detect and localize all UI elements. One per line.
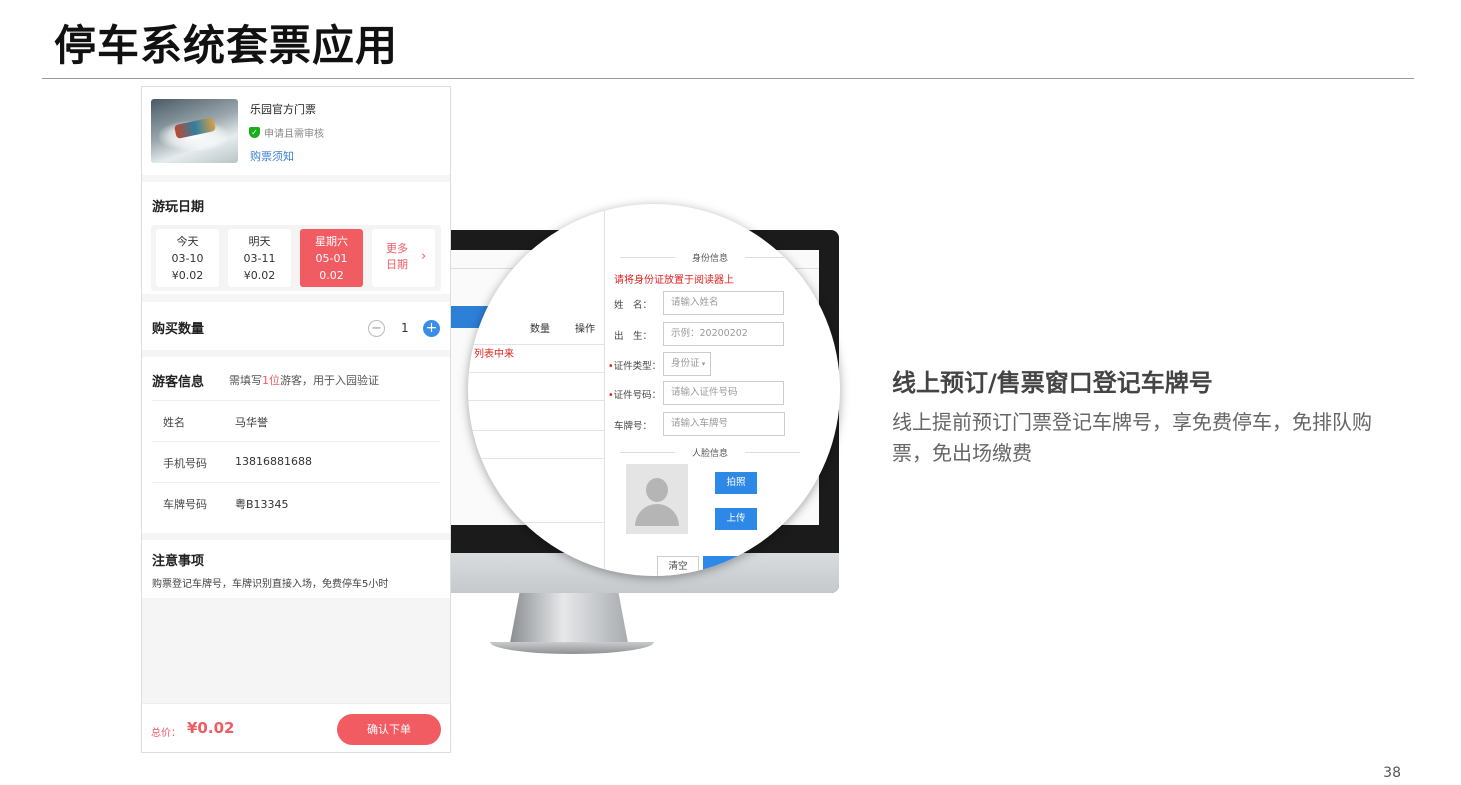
product-thumbnail xyxy=(151,99,238,163)
date-day: 星期六 xyxy=(315,235,348,248)
notes-text: 购票登记车牌号，车牌识别直接入场，免费停车5小时 xyxy=(152,579,389,590)
plate-label: 车牌号： xyxy=(614,421,653,432)
submit-button[interactable] xyxy=(703,556,745,576)
date-date: 05-01 xyxy=(315,252,348,265)
date-option-saturday[interactable]: 星期六 05-01 0.02 xyxy=(300,229,363,287)
id-type-label: •证件类型： xyxy=(608,361,662,372)
feature-description: 线上提前预订门票登记车牌号，享免费停车，免排队购票，免出场缴费 xyxy=(892,410,1372,465)
decrease-quantity-button[interactable]: − xyxy=(368,320,385,337)
confirm-order-button[interactable]: 确认下单 xyxy=(337,714,441,745)
visitor-hint-before: 需填写 xyxy=(229,374,262,387)
monitor-stand xyxy=(510,593,628,643)
field-label: 姓名 xyxy=(163,416,185,429)
total-price: ¥0.02 xyxy=(187,719,235,737)
take-photo-button[interactable]: 拍照 xyxy=(715,472,757,494)
more-dates-line2: 日期 xyxy=(386,258,408,271)
id-number-label: •证件号码： xyxy=(608,390,662,401)
visitor-hint: 需填写1位游客，用于入园验证 xyxy=(229,372,379,388)
ticket-notice-link[interactable]: 购票须知 xyxy=(250,148,294,164)
quantity-section: 购买数量 − 1 + xyxy=(142,302,450,350)
clear-button[interactable]: 清空 xyxy=(657,556,699,576)
date-date: 03-11 xyxy=(243,252,276,265)
visitor-plate-row[interactable]: 车牌号码 粤B13345 xyxy=(152,482,440,523)
order-footer: 总价： ¥0.02 确认下单 xyxy=(142,703,450,752)
visitor-hint-count: 1位 xyxy=(262,374,280,387)
mobile-ticket-page: 乐园官方门票 ✓ 申请且需审核 购票须知 游玩日期 今天 03-10 ¥0.02… xyxy=(141,86,451,753)
visitor-plate-value[interactable]: 粤B13345 xyxy=(235,496,289,512)
visitor-phone-value[interactable]: 13816881688 xyxy=(235,455,312,468)
date-day: 明天 xyxy=(248,235,271,248)
column-actions: 操作 xyxy=(575,324,595,335)
upload-button[interactable]: 上传 xyxy=(715,508,757,530)
date-option-tomorrow[interactable]: 明天 03-11 ¥0.02 xyxy=(228,229,291,287)
visitor-hint-after: 游客，用于入园验证 xyxy=(280,374,379,387)
visitor-phone-row[interactable]: 手机号码 13816881688 xyxy=(152,441,440,482)
id-number-input[interactable]: 请输入证件号码 xyxy=(663,381,784,405)
face-info-group-title: 人脸信息 xyxy=(620,446,800,459)
id-type-value: 身份证 xyxy=(671,358,700,369)
date-price: ¥0.02 xyxy=(171,269,204,282)
plate-input[interactable]: 请输入车牌号 xyxy=(663,412,785,436)
shield-check-icon: ✓ xyxy=(249,127,260,138)
notes-section: 注意事项 购票登记车牌号，车牌识别直接入场，免费停车5小时 xyxy=(142,540,450,598)
more-dates-line1: 更多 xyxy=(386,242,408,255)
date-price: ¥0.02 xyxy=(243,269,276,282)
id-reader-hint: 请将身份证放置于阅读器上 xyxy=(614,275,734,286)
field-label: 车牌号码 xyxy=(163,498,207,511)
date-option-today[interactable]: 今天 03-10 ¥0.02 xyxy=(156,229,219,287)
birth-label: 出 生： xyxy=(614,331,653,342)
id-info-group-title: 身份信息 xyxy=(620,251,800,264)
magnified-ticket-window-form: 数量 操作 列表中来 身份信息 请将身份证放置于阅读器上 姓 名： 请输入姓名 … xyxy=(468,204,840,576)
approval-text: 申请且需审核 xyxy=(264,129,324,140)
user-avatar-icon xyxy=(626,464,688,534)
increase-quantity-button[interactable]: + xyxy=(423,320,440,337)
date-day: 今天 xyxy=(176,235,199,248)
notes-heading: 注意事项 xyxy=(152,554,205,569)
product-name: 乐园官方门票 xyxy=(250,103,316,116)
list-loading-text: 列表中来 xyxy=(474,349,514,360)
name-input[interactable]: 请输入姓名 xyxy=(663,291,784,315)
date-date: 03-10 xyxy=(171,252,204,265)
name-label: 姓 名： xyxy=(614,300,653,311)
quantity-value: 1 xyxy=(401,321,409,335)
visitor-name-value[interactable]: 马华誉 xyxy=(235,414,268,430)
visitor-name-row[interactable]: 姓名 马华誉 xyxy=(152,400,440,441)
page-number: 38 xyxy=(1383,765,1401,781)
visitor-info-section: 游客信息 需填写1位游客，用于入园验证 姓名 马华誉 手机号码 13816881… xyxy=(142,357,450,533)
birth-input[interactable]: 示例：20200202 xyxy=(663,322,784,346)
total-label: 总价： xyxy=(151,728,181,739)
play-date-heading: 游玩日期 xyxy=(152,200,205,215)
chevron-right-icon: › xyxy=(421,249,427,264)
slide-title: 停车系统套票应用 xyxy=(54,21,399,70)
monitor-base xyxy=(490,642,654,654)
feature-title: 线上预订/售票窗口登记车牌号 xyxy=(892,369,1213,397)
title-divider xyxy=(42,78,1414,79)
date-picker: 今天 03-10 ¥0.02 明天 03-11 ¥0.02 星期六 05-01 … xyxy=(151,225,441,291)
quantity-heading: 购买数量 xyxy=(152,322,205,337)
visitor-heading: 游客信息 xyxy=(152,375,205,390)
column-quantity: 数量 xyxy=(530,324,550,335)
product-card[interactable]: 乐园官方门票 ✓ 申请且需审核 购票须知 xyxy=(142,87,450,175)
more-dates-button[interactable]: 更多 日期 › xyxy=(372,229,435,287)
field-label: 手机号码 xyxy=(163,457,207,470)
id-type-select[interactable]: 身份证 ▾ xyxy=(663,352,711,376)
play-date-section: 游玩日期 今天 03-10 ¥0.02 明天 03-11 ¥0.02 星期六 0… xyxy=(142,182,450,294)
chevron-down-icon: ▾ xyxy=(699,360,706,368)
approval-status: ✓ 申请且需审核 xyxy=(249,125,324,140)
date-price: 0.02 xyxy=(319,269,344,282)
